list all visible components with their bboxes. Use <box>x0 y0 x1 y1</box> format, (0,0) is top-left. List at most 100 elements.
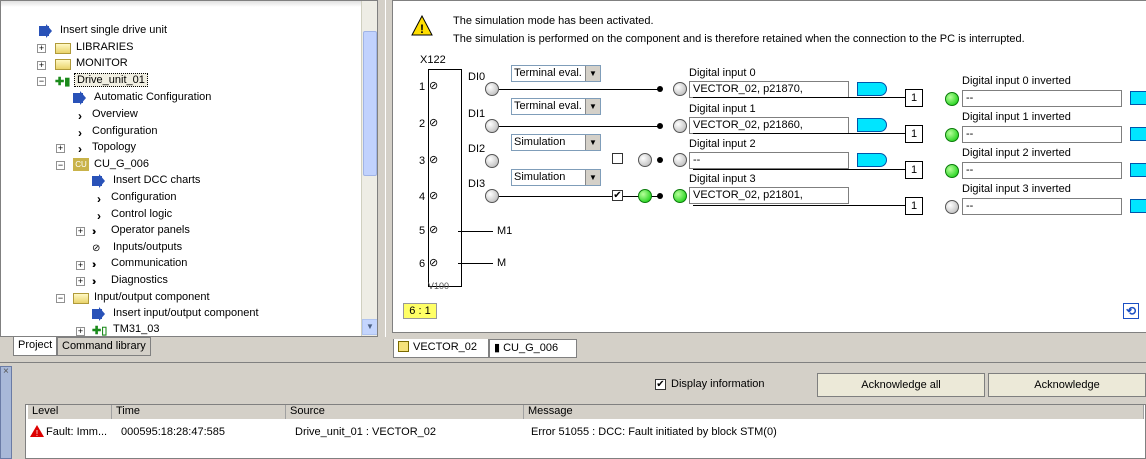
splitter[interactable] <box>0 362 1146 364</box>
pin-1: 1 <box>419 81 426 93</box>
tree-item-control-logic[interactable]: › Control logic <box>92 206 174 223</box>
output-connector-di1[interactable] <box>857 118 887 132</box>
tree-scrollbar[interactable]: ▼ <box>361 1 377 336</box>
tab-project[interactable]: Project <box>13 337 58 356</box>
not-gate-3: 1 <box>905 197 923 215</box>
digital-input-3-field[interactable]: VECTOR_02, p21801, <box>689 187 849 204</box>
scroll-down-button[interactable]: ▼ <box>362 319 377 335</box>
dropdown-arrow-icon: ▼ <box>585 66 600 81</box>
inverted-connector-3[interactable] <box>1130 199 1146 213</box>
expand-monitor[interactable]: + <box>37 61 46 70</box>
acknowledge-button[interactable]: Acknowledge <box>988 373 1146 397</box>
m1-wire <box>458 231 493 232</box>
m-wire <box>458 263 493 264</box>
expand-communication[interactable]: + <box>76 261 85 270</box>
tree-item-input-output-component[interactable]: Input/output component <box>73 289 212 305</box>
tree-item-inputs-outputs[interactable]: ⊘ Inputs/outputs <box>92 239 184 255</box>
col-message[interactable]: Message <box>524 405 1144 419</box>
chevron-right-icon: › <box>97 208 101 223</box>
tree-item-diagnostics[interactable]: ›› Diagnostics <box>92 272 170 288</box>
pin-screw-icon: ⊘ <box>429 257 439 269</box>
insert-icon <box>39 23 55 38</box>
inverted-led-3 <box>945 200 959 214</box>
digital-input-1-field[interactable]: VECTOR_02, p21860, <box>689 117 849 134</box>
expand-tm31[interactable]: + <box>76 327 85 336</box>
collapse-drive-unit[interactable]: − <box>37 77 46 86</box>
dropdown-arrow-icon: ▼ <box>585 135 600 150</box>
inverted-2-field[interactable]: -- <box>962 162 1122 179</box>
inverted-2-label: Digital input 2 inverted <box>962 147 1071 159</box>
folder-icon <box>55 42 71 54</box>
tab-command-library[interactable]: Command library <box>57 337 151 356</box>
tree-item-automatic-configuration[interactable]: Automatic Configuration <box>73 89 213 105</box>
acknowledge-all-button[interactable]: Acknowledge all <box>817 373 985 397</box>
chevron-right-icon: › <box>78 108 82 123</box>
svg-text:!: ! <box>420 22 424 36</box>
state-led-di0 <box>673 82 687 96</box>
double-chevron-icon: ›› <box>92 275 96 288</box>
pin-screw-icon: ⊘ <box>429 190 439 202</box>
tree-item-drive-unit-01[interactable]: ✚▮ Drive_unit_01 <box>55 72 148 88</box>
tree-item-topology[interactable]: › Topology <box>73 139 138 156</box>
inverted-1-label: Digital input 1 inverted <box>962 111 1071 123</box>
simulate-checkbox-di2[interactable] <box>612 153 623 164</box>
expand-diagnostics[interactable]: + <box>76 277 85 286</box>
tree-scrollbar-thumb[interactable] <box>363 31 377 176</box>
chevron-right-icon: › <box>78 141 82 156</box>
row-time: 000595:18:28:47:585 <box>121 426 225 438</box>
tree-item-cu-g-006[interactable]: CU CU_G_006 <box>73 156 151 172</box>
mode-select-di3[interactable]: Simulation ▼ <box>511 169 601 186</box>
digital-input-2-field[interactable]: -- <box>689 152 849 169</box>
tab-vector-02[interactable]: VECTOR_02 <box>393 339 489 358</box>
pin-screw-icon: ⊘ <box>429 80 439 92</box>
double-chevron-icon: ›› <box>92 258 96 271</box>
tree-item-configuration[interactable]: › Configuration <box>73 123 159 140</box>
tree-item-insert-dcc-charts[interactable]: Insert DCC charts <box>92 172 202 188</box>
digital-input-0-field[interactable]: VECTOR_02, p21870, <box>689 81 849 98</box>
svg-text:!: ! <box>36 429 38 437</box>
inverted-connector-1[interactable] <box>1130 127 1146 141</box>
row-source: Drive_unit_01 : VECTOR_02 <box>295 426 437 438</box>
contact-di3 <box>485 189 499 203</box>
tree-item-overview[interactable]: › Overview <box>73 106 140 123</box>
pin-label-di3: DI3 <box>468 178 486 190</box>
contact-di1 <box>485 119 499 133</box>
tree-item-insert-io-component[interactable]: Insert input/output component <box>92 305 261 321</box>
output-connector-di2[interactable] <box>857 153 887 167</box>
tab-cu-g-006[interactable]: ▮ CU_G_006 <box>489 339 577 358</box>
col-source[interactable]: Source <box>286 405 524 419</box>
tree-item-libraries[interactable]: LIBRARIES <box>55 39 135 55</box>
refresh-icon[interactable]: ⟲ <box>1123 303 1139 319</box>
output-connector-di0[interactable] <box>857 82 887 96</box>
collapse-io-component[interactable]: − <box>56 294 65 303</box>
inverted-connector-2[interactable] <box>1130 163 1146 177</box>
inverted-1-field[interactable]: -- <box>962 126 1122 143</box>
mode-select-di1[interactable]: Terminal eval. ▼ <box>511 98 601 115</box>
collapse-cu-g-006[interactable]: − <box>56 161 65 170</box>
simulate-checkbox-di3[interactable]: ✔ <box>612 190 623 201</box>
sim-led-di3 <box>638 189 652 203</box>
expand-operator-panels[interactable]: + <box>76 227 85 236</box>
tree-item-tm31-03[interactable]: ✚▯ TM31_03 <box>92 321 161 336</box>
display-info-checkbox[interactable]: ✔ <box>655 379 666 390</box>
tree-item-insert-single-drive-unit[interactable]: Insert single drive unit <box>39 22 169 38</box>
drive-unit-icon: ✚▮ <box>55 75 71 88</box>
expand-libraries[interactable]: + <box>37 44 46 53</box>
expand-topology[interactable]: + <box>56 144 65 153</box>
contact-di0 <box>485 82 499 96</box>
inverted-0-field[interactable]: -- <box>962 90 1122 107</box>
tree-item-cu-configuration[interactable]: › Configuration <box>92 189 178 206</box>
mode-select-di2[interactable]: Simulation ▼ <box>511 134 601 151</box>
inverted-connector-0[interactable] <box>1130 91 1146 105</box>
mode-select-di0[interactable]: Terminal eval. ▼ <box>511 65 601 82</box>
tree-item-operator-panels[interactable]: ›› Operator panels <box>92 222 192 238</box>
col-time[interactable]: Time <box>112 405 286 419</box>
inverted-3-field[interactable]: -- <box>962 198 1122 215</box>
tree-item-communication[interactable]: ›› Communication <box>92 255 189 271</box>
tree-item-monitor[interactable]: MONITOR <box>55 55 130 71</box>
close-icon[interactable]: × <box>3 366 9 377</box>
digital-input-0-label: Digital input 0 <box>689 67 756 79</box>
project-tree[interactable]: Insert single drive unit + LIBRARIES + M… <box>0 0 378 337</box>
sim-led-di2 <box>638 153 652 167</box>
col-level[interactable]: Level <box>28 405 112 419</box>
